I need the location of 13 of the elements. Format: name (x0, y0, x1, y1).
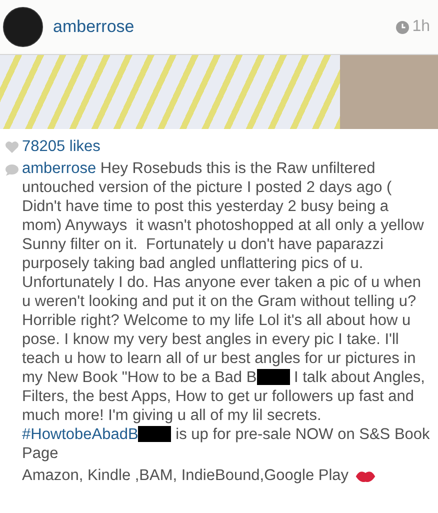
clock-icon (396, 20, 410, 34)
store-list-text: Amazon, Kindle ,BAM, IndieBound,Google Play (22, 467, 349, 485)
caption-text: amberrose Hey Rosebuds this is the Raw unfiltered untouched version of the picture I posted 2 days ago ( Didn't have time to post this yesterday 2 busy being a mom) Anyways it wasn't photoshopped at all only a yellow Sunny filter on it. Fortunately u don't have paparazzi purposely taking bad angled unflattering pics of u. Unfortunately I do. Has anyone ever taken a pic of u when u weren't looking and put it on the Gram without telling u? Horrible right? Welcome to my life Lol it's all about how u pose. I know my very best angles in every pic I take. I'll teach u how to learn all of ur best angles for ur pictures in my New Book "How to be a Bad B I talk about Angles, Filters, the best Apps, How to get ur followers up fast and much more! I'm giving u all of my lil secrets. #HowtobeAbadB is up for pre-sale NOW on S&S Book Page (22, 159, 431, 463)
likes-count[interactable]: 78205 likes (22, 138, 100, 156)
redaction-block (256, 369, 290, 385)
avatar[interactable] (3, 7, 43, 47)
hashtag-link[interactable]: #HowtobeAbadB (22, 426, 138, 443)
lips-icon (354, 470, 376, 482)
comment-icon (5, 164, 19, 176)
caption-username-link[interactable]: amberrose (22, 160, 96, 177)
redaction-block (138, 426, 172, 442)
username-link[interactable]: amberrose (53, 17, 396, 37)
post-time: 1h (412, 18, 430, 36)
